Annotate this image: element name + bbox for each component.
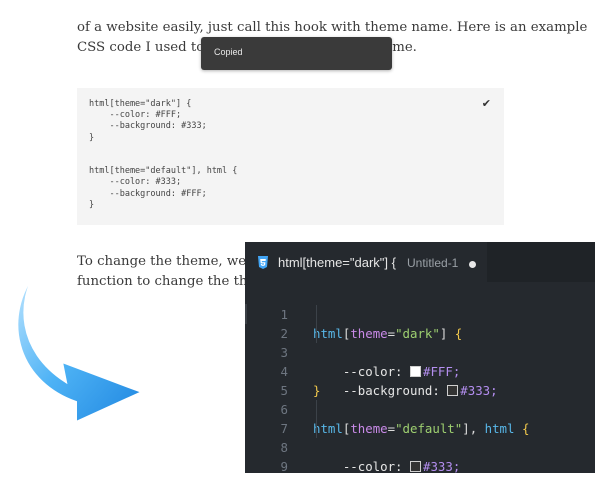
editor-tab-bar: html[theme="dark"] { Untitled-1 <box>245 242 595 282</box>
code-snippet-text: html[theme="dark"] { --color: #FFF; --ba… <box>89 99 238 210</box>
css-file-icon <box>257 256 269 272</box>
code-line: 9 } <box>245 438 595 473</box>
tab-title: html[theme="dark"] { <box>278 255 396 270</box>
code-line: 10 <box>245 457 595 473</box>
curved-arrow-icon <box>16 271 145 424</box>
code-line: 6 html[theme="default"], html { <box>245 381 595 436</box>
toast-text: Copied <box>214 47 243 57</box>
code-line: 8 --background: #FFF; <box>245 419 595 455</box>
tab-filename: Untitled-1 <box>407 256 459 270</box>
code-line: 1 html[theme="dark"] { <box>245 286 595 341</box>
indent-guide <box>316 324 317 343</box>
indent-guide <box>316 400 317 419</box>
code-line: 3 --background: #333; <box>245 324 595 398</box>
check-icon[interactable]: ✔ <box>482 97 491 110</box>
paragraph-line: of a website easily, just call this hook… <box>77 20 588 35</box>
editor-code-area[interactable]: 1 html[theme="dark"] { 2 --color: #FFF; … <box>245 286 595 473</box>
code-line: 4 } <box>245 343 595 398</box>
indent-guide <box>316 305 317 324</box>
editor-tab[interactable]: html[theme="dark"] { Untitled-1 <box>245 242 487 282</box>
code-editor[interactable]: html[theme="dark"] { Untitled-1 1 html[t… <box>245 242 595 473</box>
code-line: 2 --color: #FFF; <box>245 305 595 379</box>
indent-guide <box>316 419 317 438</box>
code-line: 7 --color: #333; <box>245 400 595 473</box>
copied-toast: Copied <box>201 37 392 70</box>
code-snippet-block[interactable]: html[theme="dark"] { --color: #FFF; --ba… <box>77 88 504 225</box>
code-line: 5 <box>245 362 595 398</box>
unsaved-dot-icon[interactable] <box>469 261 476 268</box>
